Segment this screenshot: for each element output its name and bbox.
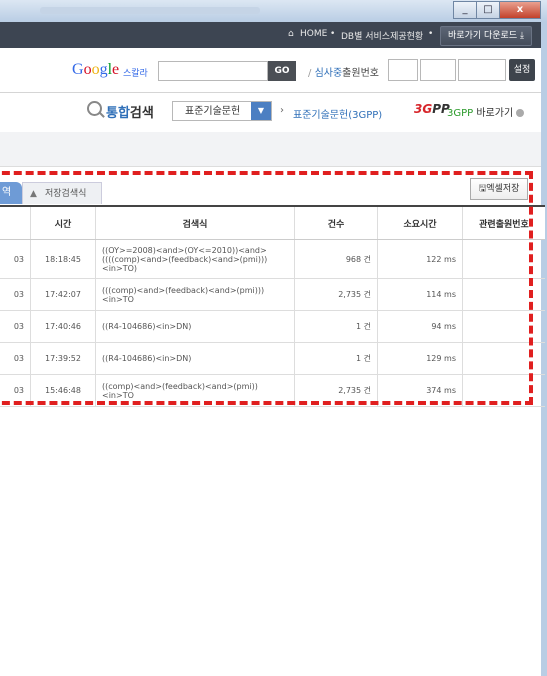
download-button[interactable]: 바로가기 다운로드 ⤓	[440, 26, 532, 46]
go-button[interactable]: GO	[268, 61, 296, 81]
window-title-blurred	[40, 7, 260, 14]
db-select[interactable]: 표준기술문헌 ▼	[172, 101, 272, 121]
3gpp-logo: 3GPP	[414, 102, 450, 116]
app-number-field-2[interactable]	[420, 59, 456, 81]
download-icon: ⤓	[520, 31, 524, 41]
service-link[interactable]: DB별 서비스제공현황	[341, 29, 423, 42]
home-icon[interactable]: ⌂	[288, 29, 294, 39]
page-title: 통합검색	[106, 106, 154, 121]
download-label: 바로가기 다운로드	[448, 31, 518, 41]
scholar-label: 스칼라	[123, 69, 148, 79]
minimize-button[interactable]: _	[453, 1, 477, 19]
db-select-value: 표준기술문헌	[185, 106, 241, 117]
home-link[interactable]: HOME	[300, 29, 327, 39]
top-nav: ⌂ HOME • DB별 서비스제공현황 • 바로가기 다운로드 ⤓	[0, 22, 541, 48]
window-titlebar: _ □ x	[0, 0, 547, 23]
nav-dot: •	[330, 29, 336, 39]
highlight-box	[0, 171, 533, 405]
close-button[interactable]: x	[499, 1, 541, 19]
breadcrumb-bar: 통합검색 표준기술문헌 ▼ › 표준기술문헌(3GPP) 3GPP 3GPP 바로…	[0, 92, 541, 133]
nav-dot: •	[428, 29, 434, 39]
gray-divider-bar	[0, 132, 541, 167]
app-number-field-3[interactable]	[458, 59, 506, 81]
settings-button[interactable]: 설정	[509, 59, 535, 81]
chevron-right-icon: ›	[280, 105, 284, 116]
breadcrumb-current: 표준기술문헌(3GPP)	[293, 110, 383, 121]
app-number-label: / 심사중출원번호	[308, 68, 379, 79]
maximize-button[interactable]: □	[476, 1, 500, 19]
arrow-circle-icon	[516, 109, 525, 117]
search-input[interactable]	[158, 61, 268, 81]
3gpp-shortcut-link[interactable]: 3GPP 바로가기	[447, 104, 525, 119]
google-logo: Google	[72, 61, 120, 78]
search-bar: Google 스칼라 GO / 심사중출원번호 설정	[0, 48, 541, 93]
chevron-down-icon: ▼	[251, 102, 271, 120]
app-number-field-1[interactable]	[388, 59, 418, 81]
